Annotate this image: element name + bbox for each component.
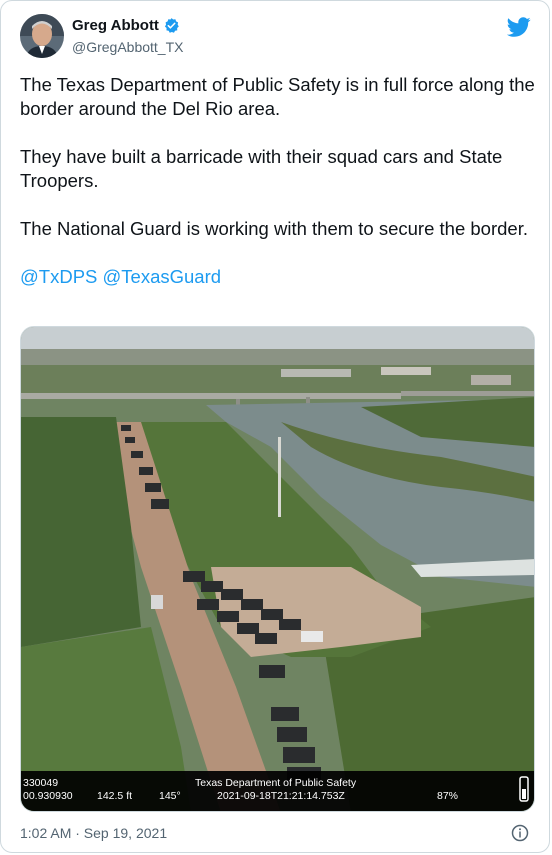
- tweet-media-image[interactable]: 330049 00.930930 142.5 ft 145° Texas Dep…: [20, 326, 535, 812]
- tweet-text: The Texas Department of Public Safety is…: [20, 73, 540, 313]
- overlay-left-bottom: 00.930930: [23, 790, 73, 802]
- tweet-paragraph-2: They have built a barricade with their s…: [20, 146, 503, 191]
- overlay-heading: 145°: [159, 790, 181, 802]
- info-icon[interactable]: [511, 824, 529, 842]
- aerial-border-photo: [21, 327, 534, 811]
- mention-link-txdps[interactable]: @TxDPS: [20, 266, 97, 287]
- verified-badge-icon: [163, 17, 180, 34]
- tweet-paragraph-3: The National Guard is working with them …: [20, 218, 528, 239]
- drone-telemetry-overlay: 330049 00.930930 142.5 ft 145° Texas Dep…: [21, 771, 534, 811]
- overlay-left-top: 330049: [23, 777, 59, 789]
- tweet-mentions: @TxDPS @TexasGuard: [20, 265, 540, 289]
- overlay-altitude: 142.5 ft: [97, 790, 133, 802]
- overlay-timestamp: 2021-09-18T21:21:14.753Z: [217, 790, 345, 802]
- author-handle[interactable]: @GregAbbott_TX: [72, 39, 184, 55]
- author-name-row[interactable]: Greg Abbott: [72, 17, 180, 34]
- twitter-bird-icon[interactable]: [506, 15, 531, 39]
- overlay-agency: Texas Department of Public Safety: [195, 777, 357, 789]
- avatar[interactable]: [20, 14, 64, 58]
- author-name[interactable]: Greg Abbott: [72, 17, 159, 34]
- mention-link-texasguard[interactable]: @TexasGuard: [103, 266, 222, 287]
- drone-signal-icon: [517, 775, 531, 803]
- overlay-battery: 87%: [437, 790, 459, 802]
- tweet-card: Greg Abbott @GregAbbott_TX The Texas Dep…: [0, 0, 550, 853]
- tweet-paragraph-1: The Texas Department of Public Safety is…: [20, 74, 535, 119]
- tweet-timestamp[interactable]: 1:02 AM · Sep 19, 2021: [20, 825, 167, 841]
